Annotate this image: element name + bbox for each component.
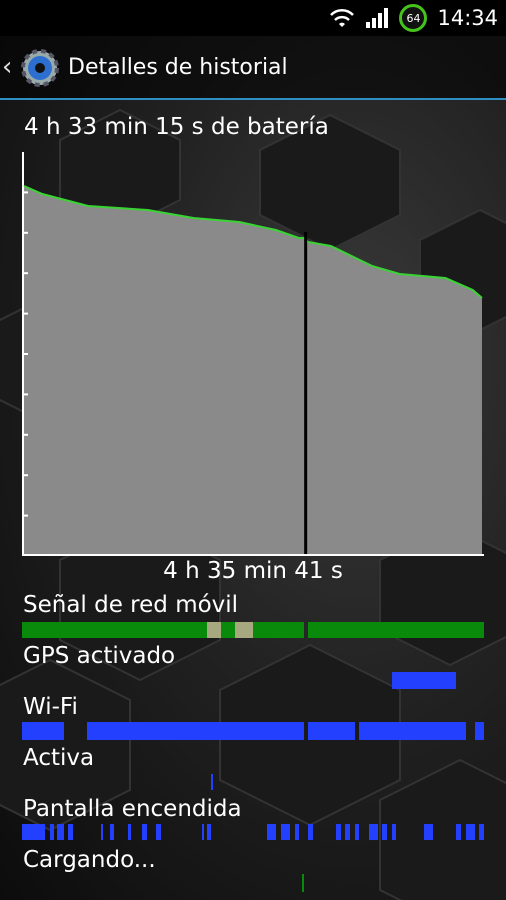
row-label-signal: Señal de red móvil <box>23 592 239 618</box>
screen-segment <box>336 824 341 840</box>
screen-segment <box>142 824 147 840</box>
screen-segment <box>456 824 461 840</box>
wifi-segment <box>22 722 64 740</box>
screen-segment <box>308 824 314 840</box>
screen-segment <box>382 824 387 840</box>
screen-track <box>22 824 484 840</box>
battery-icon: 64 <box>399 4 428 32</box>
signal-icon <box>366 8 389 28</box>
screen-segment <box>128 824 131 840</box>
wifi-segment <box>308 722 355 740</box>
battery-duration: 4 h 33 min 15 s de batería <box>24 114 329 140</box>
signal-segment <box>206 622 221 638</box>
back-icon[interactable]: ‹ <box>2 52 12 82</box>
screen-segment <box>423 824 434 840</box>
screen-segment <box>368 824 378 840</box>
screen-segment <box>465 824 475 840</box>
charging-track <box>22 874 484 892</box>
screen-segment <box>294 824 300 840</box>
screen-segment <box>345 824 350 840</box>
data-gap-marker <box>304 232 308 554</box>
signal-track <box>22 622 484 638</box>
signal-segment <box>128 622 207 638</box>
signal-segment <box>253 622 304 638</box>
screen-segment <box>479 824 484 840</box>
screen-segment <box>22 824 46 840</box>
screen-segment <box>266 824 277 840</box>
signal-segment <box>308 622 484 638</box>
wifi-track <box>22 722 484 740</box>
screen-segment <box>49 824 55 840</box>
status-time: 14:34 <box>437 6 498 30</box>
charging-segment <box>301 874 304 892</box>
row-label-screen: Pantalla encendida <box>23 796 242 822</box>
active-track <box>22 774 484 790</box>
screen-segment <box>280 824 290 840</box>
battery-chart <box>22 152 484 556</box>
signal-segment <box>220 622 235 638</box>
screen-segment <box>100 824 103 840</box>
screen-segment <box>354 824 360 840</box>
row-label-charging: Cargando... <box>23 847 156 873</box>
screen-segment <box>109 824 115 840</box>
row-label-wifi: Wi-Fi <box>23 694 78 720</box>
gps-track <box>22 672 484 689</box>
row-label-active: Activa <box>23 745 95 771</box>
signal-segment <box>234 622 253 638</box>
status-bar: 64 14:34 <box>0 0 506 36</box>
active-segment <box>211 774 214 790</box>
gps-segment <box>391 672 457 689</box>
wifi-segment <box>359 722 466 740</box>
screen-segment <box>155 824 161 840</box>
wifi-segment <box>86 722 304 740</box>
screen-segment <box>206 824 212 840</box>
action-bar: ‹ Detalles de historial <box>0 36 506 100</box>
screen-segment <box>56 824 64 840</box>
row-label-gps: GPS activado <box>23 643 176 669</box>
settings-gear-icon[interactable] <box>18 46 62 90</box>
battery-level-area <box>24 186 482 554</box>
chart-duration: 4 h 35 min 41 s <box>163 558 343 584</box>
history-details: 4 h 33 min 15 s de batería 4 h 35 min 41… <box>0 100 506 900</box>
screen-segment <box>68 824 73 840</box>
screen-segment <box>202 824 205 840</box>
wifi-icon <box>330 8 355 27</box>
page-title: Detalles de historial <box>68 55 288 80</box>
screen-segment <box>391 824 397 840</box>
signal-segment <box>22 622 129 638</box>
wifi-segment <box>474 722 484 740</box>
